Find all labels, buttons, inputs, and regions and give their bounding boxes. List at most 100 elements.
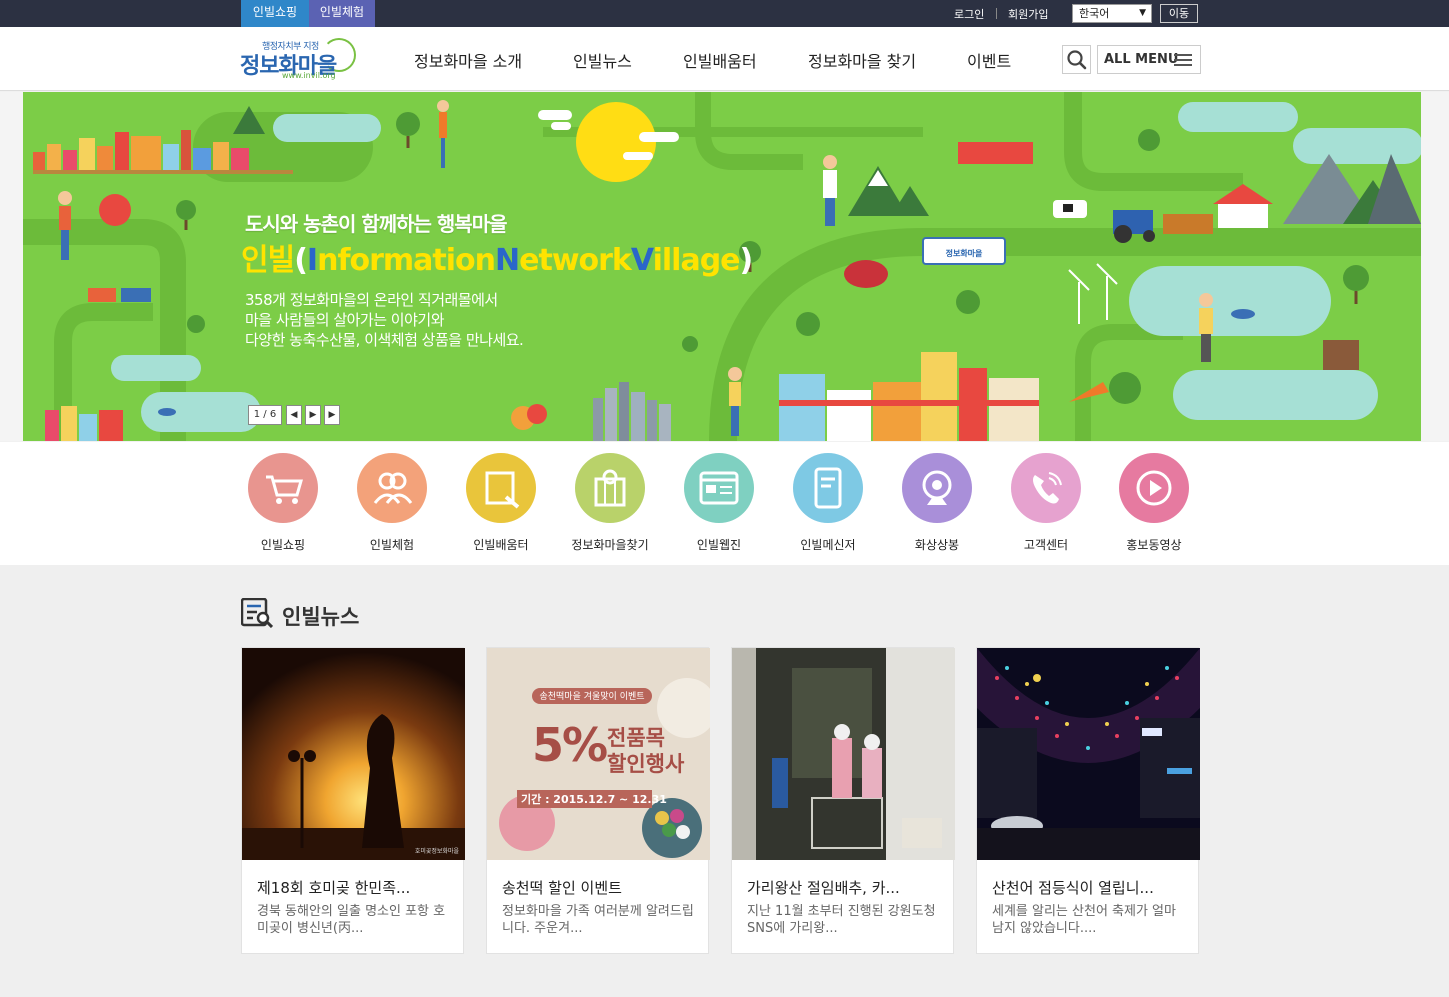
news-card-title: 산천어 점등식이 열립니... <box>992 879 1154 897</box>
news-thumbnail-sunrise: 호미곶정보화마을 <box>242 648 465 860</box>
thumbnail-caption: 호미곶정보화마을 <box>414 848 459 855</box>
banner-title-prefix: 인빌 <box>241 243 295 278</box>
banner-description: 358개 정보화마을의 온라인 직거래몰에서 마을 사람들의 살아가는 이야기와… <box>245 290 585 350</box>
banner-next-button[interactable]: ▶ <box>305 405 321 425</box>
news-card[interactable]: 송천떡마을 겨울맞이 이벤트 5% 전품목 할인행사 기간 : 2015.12.… <box>486 647 710 954</box>
quick-messenger[interactable]: 인빌메신저 <box>773 453 883 553</box>
all-menu-label: ALL MENU <box>1104 52 1179 67</box>
search-button[interactable] <box>1062 45 1091 74</box>
nav-news[interactable]: 인빌뉴스 <box>573 48 632 72</box>
quick-links: 인빌쇼핑 인빌체험 인빌배움터 정보화마을찾기 인빌웹진 인빌메신저 화상상봉 … <box>0 442 1449 565</box>
quick-video-reunion-label: 화상상봉 <box>914 538 960 552</box>
divider <box>996 8 997 19</box>
banner-title-initial-n: N <box>495 243 520 278</box>
phone-icon <box>1011 453 1081 523</box>
quick-shopping[interactable]: 인빌쇼핑 <box>228 453 338 553</box>
banner-title-paren-open: ( <box>294 243 308 278</box>
play-icon <box>1119 453 1189 523</box>
search-icon <box>1067 50 1087 70</box>
cart-icon <box>248 453 318 523</box>
webzine-icon <box>684 453 754 523</box>
banner-desc-line-1: 358개 정보화마을의 온라인 직거래몰에서 <box>245 291 498 309</box>
quick-video-reunion[interactable]: 화상상봉 <box>882 453 992 553</box>
nav-learning[interactable]: 인빌배움터 <box>683 48 757 72</box>
poster-discount: 5% <box>532 718 608 772</box>
webcam-icon <box>902 453 972 523</box>
news-thumbnail-cabbage-factory <box>732 648 955 860</box>
chevron-right-icon: ▶ <box>309 410 317 420</box>
banner-prev-button[interactable]: ◀ <box>286 405 302 425</box>
banner-title-initial-v: V <box>630 243 654 278</box>
quick-learning-label: 인빌배움터 <box>473 538 529 552</box>
news-document-icon <box>241 598 273 628</box>
quick-experience[interactable]: 인빌체험 <box>337 453 447 553</box>
hamburger-icon <box>1174 54 1192 66</box>
all-menu-button[interactable]: ALL MENU <box>1097 45 1201 74</box>
news-card[interactable]: 호미곶정보화마을 제18회 호미곶 한민족... 경북 동해안의 일출 명소인 … <box>241 647 465 954</box>
news-card[interactable]: 가리왕산 절임배추, 카... 지난 11월 초부터 진행된 강원도청 SNS에… <box>731 647 955 954</box>
news-card[interactable]: 산천어 점등식이 열립니... 세계를 알리는 산천어 축제가 얼마 남지 않았… <box>976 647 1200 954</box>
banner-title-initial-i: I <box>306 243 318 278</box>
quick-webzine-label: 인빌웹진 <box>696 538 742 552</box>
quick-customer-center-label: 고객센터 <box>1023 538 1069 552</box>
people-icon <box>357 453 427 523</box>
nav-event[interactable]: 이벤트 <box>967 48 1011 72</box>
news-thumbnail-event-poster: 송천떡마을 겨울맞이 이벤트 5% 전품목 할인행사 기간 : 2015.12.… <box>487 648 710 860</box>
quick-messenger-label: 인빌메신저 <box>800 538 856 552</box>
poster-line-2: 할인행사 <box>607 752 685 776</box>
header: 행정자치부 지정 정보화마을 www.invil.org 정보화마을 소개 인빌… <box>0 27 1449 91</box>
banner-title-word-network: etwork <box>519 243 632 278</box>
messenger-icon <box>793 453 863 523</box>
quick-find-village[interactable]: 정보화마을찾기 <box>555 453 665 553</box>
quick-customer-center[interactable]: 고객센터 <box>991 453 1101 553</box>
banner-play-button[interactable]: ▶ <box>324 405 340 425</box>
banner-title: 인빌(InformationNetworkVillage) <box>241 235 754 279</box>
map-icon <box>575 453 645 523</box>
news-card-title: 송천떡 할인 이벤트 <box>502 879 622 897</box>
banner-sign-text: 정보화마을 <box>945 249 983 258</box>
quick-promo-video-label: 홍보동영상 <box>1126 538 1182 552</box>
banner-desc-line-3: 다양한 농축수산물, 이색체험 상품을 만나세요. <box>245 331 524 349</box>
banner-desc-line-2: 마을 사람들의 살아가는 이야기와 <box>245 311 445 329</box>
language-value: 한국어 <box>1079 7 1110 20</box>
login-link[interactable]: 로그인 <box>954 6 984 22</box>
banner-heading: 도시와 농촌이 함께하는 행복마을 <box>245 212 507 236</box>
quick-shopping-label: 인빌쇼핑 <box>260 538 306 552</box>
quick-promo-video[interactable]: 홍보동영상 <box>1099 453 1209 553</box>
join-link[interactable]: 회원가입 <box>1008 6 1048 22</box>
banner-title-word-information: nformation <box>317 243 496 278</box>
quick-learning[interactable]: 인빌배움터 <box>446 453 556 553</box>
news-section: 인빌뉴스 호미곶정보화마을 제18회 호미곶 한민족... 경북 동해안의 일출… <box>0 565 1449 997</box>
news-card-desc: 경북 동해안의 일출 명소인 포항 호미곶이 병신년(丙... <box>257 904 446 936</box>
banner-side-left <box>0 92 23 441</box>
news-card-desc: 지난 11월 초부터 진행된 강원도청 SNS에 가리왕... <box>747 904 936 936</box>
banner-side-right <box>1421 92 1449 441</box>
language-select[interactable]: 한국어 ▼ <box>1072 4 1152 23</box>
go-button[interactable]: 이동 <box>1160 4 1198 23</box>
banner-title-paren-close: ) <box>739 243 754 278</box>
news-section-title: 인빌뉴스 <box>282 605 360 629</box>
news-card-desc: 세계를 알리는 산천어 축제가 얼마 남지 않았습니다.... <box>992 904 1176 936</box>
site-logo[interactable]: 행정자치부 지정 정보화마을 www.invil.org <box>240 36 360 82</box>
dropdown-arrow-icon: ▼ <box>1139 8 1146 18</box>
banner-title-word-village: illage <box>652 243 741 278</box>
tab-experience[interactable]: 인빌체험 <box>309 0 375 27</box>
edu-icon <box>466 453 536 523</box>
news-thumbnail-lantern-street <box>977 648 1200 860</box>
top-bar: 인빌쇼핑 인빌체험 로그인 회원가입 한국어 ▼ 이동 <box>0 0 1449 27</box>
banner-page-count: 1 / 6 <box>248 405 282 425</box>
news-card-title: 제18회 호미곶 한민족... <box>257 879 411 897</box>
quick-webzine[interactable]: 인빌웹진 <box>664 453 774 553</box>
news-card-desc: 정보화마을 가족 여러분께 알려드립니다. 주운겨... <box>502 904 694 936</box>
news-card-title: 가리왕산 절임배추, 카... <box>747 879 900 897</box>
poster-event-name: 송천떡마을 겨울맞이 이벤트 <box>539 692 645 702</box>
poster-period: 기간 : 2015.12.7 ~ 12.31 <box>521 793 667 806</box>
nav-find-village[interactable]: 정보화마을 찾기 <box>808 48 916 72</box>
quick-experience-label: 인빌체험 <box>369 538 415 552</box>
play-small-icon: ▶ <box>328 410 336 420</box>
quick-find-village-label: 정보화마을찾기 <box>571 538 649 552</box>
logo-url: www.invil.org <box>282 71 336 80</box>
main-banner: 도시와 농촌이 함께하는 행복마을 인빌(InformationNetworkV… <box>23 92 1421 441</box>
nav-about[interactable]: 정보화마을 소개 <box>414 48 522 72</box>
tab-shopping[interactable]: 인빌쇼핑 <box>241 0 309 27</box>
